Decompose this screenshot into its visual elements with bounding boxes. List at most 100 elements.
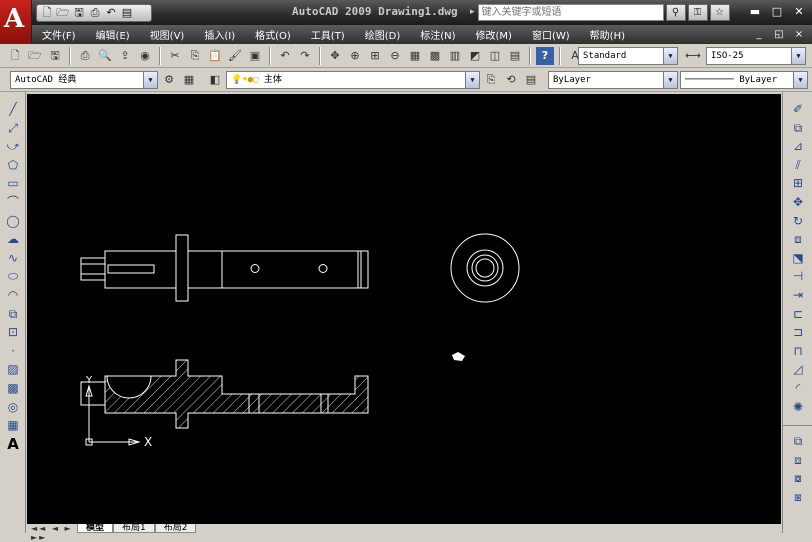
tab-layout2[interactable]: 布局2 [154,524,197,533]
construction-line-icon[interactable]: ⤢ [0,119,26,138]
expand-search-icon[interactable]: ▸ [470,7,475,17]
explode-icon[interactable]: ✺ [783,398,812,417]
polygon-icon[interactable]: ⬠ [0,156,26,175]
revision-cloud-icon[interactable]: ☁ [0,230,26,249]
undo-icon[interactable]: ↶ [276,47,294,65]
ellipse-arc-icon[interactable]: ◠ [0,286,26,305]
match-properties-icon[interactable]: 🖌 [226,47,244,65]
join-icon[interactable]: ⊓ [783,342,812,361]
help-icon[interactable]: ? [536,47,554,65]
open-icon[interactable]: 🗁 [56,6,70,20]
circle-icon[interactable]: ◯ [0,212,26,231]
restore-button[interactable]: □ [768,4,786,19]
tab-model[interactable]: 模型 [77,524,114,533]
qnew-icon[interactable]: 🗋 [6,47,24,65]
menu-icon[interactable]: ▤ [120,6,134,20]
mirror-icon[interactable]: ⊿ [783,137,812,156]
spline-icon[interactable]: ∿ [0,249,26,268]
doc-minimize-button[interactable]: _ [752,29,766,40]
quickcalc-icon[interactable]: ▤ [506,47,524,65]
drawing-area[interactable]: X Y [27,94,781,525]
block-editor-icon[interactable]: ▣ [246,47,264,65]
bring-to-front-icon[interactable]: ⧈ [783,451,812,470]
dimension-style-icon[interactable]: ⟷ [684,47,702,65]
table-icon[interactable]: ▦ [0,416,26,435]
save-icon[interactable]: 🖫 [46,47,64,65]
multiline-text-icon[interactable]: A [0,435,26,454]
menu-window[interactable]: 窗口(W) [522,27,580,42]
design-center-icon[interactable]: ▩ [426,47,444,65]
application-menu-button[interactable]: A [0,0,32,44]
menu-draw[interactable]: 绘图(D) [355,27,411,42]
gradient-icon[interactable]: ▩ [0,379,26,398]
cut-icon[interactable]: ✂ [166,47,184,65]
menu-format[interactable]: 格式(O) [245,27,301,42]
favorites-icon[interactable]: ☆ [709,3,730,21]
insert-block-icon[interactable]: ⧉ [0,305,26,324]
tool-palettes-icon[interactable]: ▥ [446,47,464,65]
tab-navigation-arrows[interactable]: ◄◄ ◄ ► ►► [27,524,77,542]
line-icon[interactable]: ╱ [0,100,26,119]
sheet-set-icon[interactable]: ◩ [466,47,484,65]
hatch-icon[interactable]: ▨ [0,360,26,379]
layer-previous-icon[interactable]: ⟲ [502,71,520,89]
break-icon[interactable]: ⊐ [783,323,812,342]
menu-view[interactable]: 视图(V) [140,27,195,42]
color-select[interactable]: ByLayer ▼ [548,71,678,89]
menu-file[interactable]: 文件(F) [32,27,86,42]
make-current-layer-icon[interactable]: ⎘ [482,71,500,89]
copy-icon[interactable]: ⎘ [186,47,204,65]
array-icon[interactable]: ⊞ [783,174,812,193]
print-icon[interactable]: ⎙ [88,6,102,20]
menu-help[interactable]: 帮助(H) [580,27,635,42]
layer-properties-icon[interactable]: ◧ [206,71,224,89]
text-to-front-icon[interactable]: ⧆ [783,488,812,507]
ellipse-icon[interactable]: ⬭ [0,267,26,286]
text-style-select[interactable]: Standard ▼ [578,47,678,65]
trim-icon[interactable]: ⊣ [783,267,812,286]
markup-icon[interactable]: ◫ [486,47,504,65]
plot-preview-icon[interactable]: 🔍 [96,47,114,65]
open-icon[interactable]: 🗁 [26,47,44,65]
polyline-icon[interactable]: ⤻ [0,137,26,156]
toolbar-grip[interactable] [0,92,25,100]
draw-order-icon[interactable]: ⧉ [783,432,812,451]
menu-tools[interactable]: 工具(T) [301,27,355,42]
undo-icon[interactable]: ↶ [104,6,118,20]
pan-icon[interactable]: ✥ [326,47,344,65]
3d-dwf-icon[interactable]: ◉ [136,47,154,65]
zoom-window-icon[interactable]: ⊞ [366,47,384,65]
rectangle-icon[interactable]: ▭ [0,174,26,193]
communication-center-icon[interactable]: ⚿ [687,3,708,21]
make-block-icon[interactable]: ⊡ [0,323,26,342]
zoom-previous-icon[interactable]: ⊖ [386,47,404,65]
region-icon[interactable]: ◎ [0,398,26,417]
search-input[interactable] [477,3,664,21]
search-icon[interactable]: ⚲ [665,3,686,21]
menu-dimension[interactable]: 标注(N) [410,27,465,42]
minimize-button[interactable]: ▬ [746,4,764,19]
fillet-icon[interactable]: ◜ [783,379,812,398]
layer-select[interactable]: 💡☀●▢ 主体 ▼ [226,71,480,89]
workspace-settings-icon[interactable]: ⚙ [160,71,178,89]
rotate-icon[interactable]: ↻ [783,212,812,231]
chamfer-icon[interactable]: ◿ [783,360,812,379]
redo-icon[interactable]: ↷ [296,47,314,65]
stretch-icon[interactable]: ⬔ [783,249,812,268]
tab-layout1[interactable]: 布局1 [113,524,155,533]
move-icon[interactable]: ✥ [783,193,812,212]
point-icon[interactable]: · [0,342,26,361]
zoom-realtime-icon[interactable]: ⊕ [346,47,364,65]
workspace-select[interactable]: AutoCAD 经典 ▼ [10,71,158,89]
erase-icon[interactable]: ✐ [783,100,812,119]
save-icon[interactable]: 🖫 [72,6,86,20]
layer-states-icon[interactable]: ▤ [522,71,540,89]
close-button[interactable]: ✕ [790,4,808,19]
menu-edit[interactable]: 编辑(E) [86,27,140,42]
copy-object-icon[interactable]: ⧉ [783,119,812,138]
properties-icon[interactable]: ▦ [406,47,424,65]
dimension-style-select[interactable]: ISO-25 ▼ [706,47,806,65]
arc-icon[interactable]: ⌒ [0,193,26,212]
extend-icon[interactable]: ⇥ [783,286,812,305]
paste-icon[interactable]: 📋 [206,47,224,65]
